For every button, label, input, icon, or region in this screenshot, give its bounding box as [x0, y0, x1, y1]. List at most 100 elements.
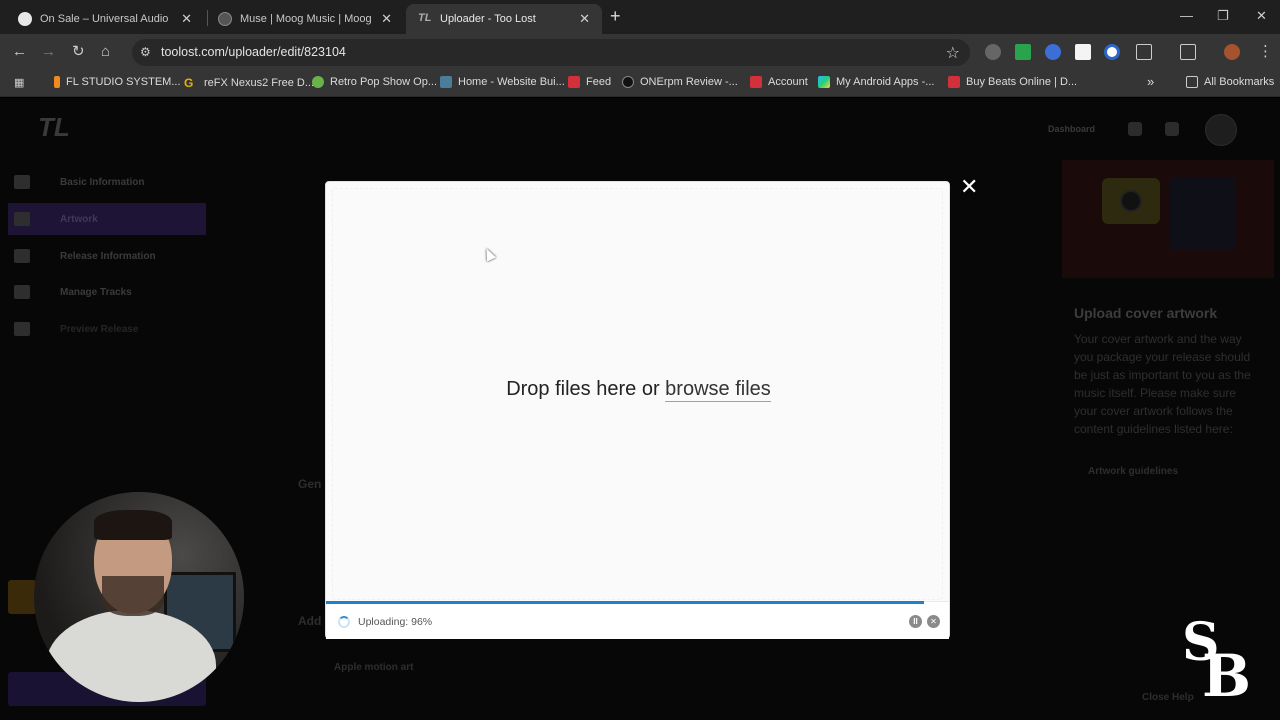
- sb-watermark-logo: S B: [1172, 612, 1252, 710]
- extension-icon[interactable]: [1104, 44, 1120, 60]
- bookmark-favicon-icon: [54, 76, 60, 88]
- sidebar-item-preview-release[interactable]: Preview Release: [8, 313, 206, 345]
- tab-strip: On Sale – Universal Audio ✕ Muse | Moog …: [0, 0, 1280, 34]
- back-icon[interactable]: ←: [12, 43, 27, 61]
- folder-icon: [1186, 76, 1198, 88]
- sidebar-item-label: Basic Information: [60, 176, 145, 188]
- bookmark-favicon-icon: [622, 76, 634, 88]
- webcam-beard: [102, 576, 164, 616]
- browse-files-link[interactable]: browse files: [665, 378, 771, 402]
- sitemap-icon: [14, 249, 30, 263]
- tab-title: Uploader - Too Lost: [440, 13, 536, 25]
- bookmark-favicon-icon: [948, 76, 960, 88]
- illustration-panel: [1170, 178, 1236, 250]
- extension-icon[interactable]: [985, 44, 1001, 60]
- minimize-icon[interactable]: —: [1180, 8, 1193, 23]
- sidebar-item-artwork[interactable]: Artwork: [8, 203, 206, 235]
- universal-audio-favicon-icon: [18, 12, 32, 26]
- forward-icon[interactable]: →: [41, 43, 56, 61]
- bookmark-item[interactable]: Home - Website Bui...: [440, 76, 565, 88]
- camera-lens: [1120, 190, 1142, 212]
- tab-close-icon[interactable]: ✕: [381, 11, 392, 27]
- bookmark-item[interactable]: Retro Pop Show Op...: [312, 76, 437, 88]
- bookmark-favicon-icon: [440, 76, 452, 88]
- bookmark-label: Retro Pop Show Op...: [330, 76, 437, 88]
- extension-icon[interactable]: [1045, 44, 1061, 60]
- apple-motion-art-option[interactable]: Apple motion art: [334, 662, 413, 673]
- window-close-icon[interactable]: ✕: [1256, 8, 1267, 24]
- upload-progress-bar: [326, 601, 925, 604]
- menu-kebab-icon[interactable]: ⋮: [1258, 43, 1273, 61]
- bell-icon[interactable]: [1165, 122, 1179, 136]
- modal-close-icon[interactable]: ✕: [960, 176, 978, 198]
- tab-close-icon[interactable]: ✕: [181, 11, 192, 27]
- site-info-icon[interactable]: ⚙: [140, 45, 151, 59]
- url-text[interactable]: toolost.com/uploader/edit/823104: [161, 45, 346, 59]
- tab-title: On Sale – Universal Audio: [40, 13, 169, 25]
- all-bookmarks-folder[interactable]: All Bookmarks: [1186, 76, 1274, 88]
- dashboard-link[interactable]: Dashboard: [1048, 124, 1095, 134]
- bookmark-favicon-icon: [312, 76, 324, 88]
- image-icon: [14, 212, 30, 226]
- tag-icon: [14, 175, 30, 189]
- user-avatar[interactable]: [1205, 114, 1237, 146]
- page-button-partial[interactable]: [8, 580, 36, 614]
- loading-spinner-icon: [338, 616, 350, 628]
- preview-icon: [14, 322, 30, 336]
- music-note-icon: [14, 285, 30, 299]
- tab-search-icon[interactable]: [1180, 44, 1196, 60]
- bookmarks-bar: ▦ FL STUDIO SYSTEM... GreFX Nexus2 Free …: [0, 70, 1280, 97]
- artwork-guidelines-link[interactable]: Artwork guidelines: [1088, 466, 1178, 477]
- upload-modal: Drop files here or browse files Uploadin…: [325, 181, 950, 639]
- upload-status-text: Uploading: 96%: [358, 616, 433, 628]
- tab-too-lost-uploader[interactable]: TL Uploader - Too Lost ✕: [406, 4, 602, 34]
- sidebar-item-label: Artwork: [60, 213, 98, 225]
- drive-extension-icon[interactable]: [1015, 44, 1031, 60]
- apps-grid-icon[interactable]: ▦: [14, 76, 24, 89]
- moog-favicon-icon: [218, 12, 232, 26]
- watermark-glyph: B: [1202, 642, 1252, 710]
- sidebar-item-release-information[interactable]: Release Information: [8, 240, 206, 272]
- bookmark-item[interactable]: ONErpm Review -...: [622, 76, 738, 88]
- address-bar[interactable]: ⚙ toolost.com/uploader/edit/823104 ☆: [132, 39, 970, 66]
- webcam-overlay: [34, 492, 244, 702]
- bookmark-item[interactable]: Buy Beats Online | D...: [948, 76, 1077, 88]
- puzzle-extensions-icon[interactable]: [1136, 44, 1152, 60]
- address-toolbar: ← → ↻ ⌂ ⚙ toolost.com/uploader/edit/8231…: [0, 34, 1280, 70]
- reload-icon[interactable]: ↻: [72, 43, 85, 61]
- cancel-upload-icon[interactable]: ✕: [927, 615, 940, 628]
- bookmark-favicon-icon: G: [184, 76, 194, 90]
- bookmarks-overflow-icon[interactable]: »: [1147, 74, 1154, 89]
- sidebar-item-label: Manage Tracks: [60, 286, 132, 298]
- tab-title: Muse | Moog Music | Moog Mu: [240, 13, 376, 25]
- cart-icon[interactable]: [1128, 122, 1142, 136]
- bookmark-label: FL STUDIO SYSTEM...: [66, 76, 181, 88]
- section-heading: Gen: [298, 477, 322, 491]
- bookmark-label: Feed: [586, 76, 612, 88]
- new-tab-icon[interactable]: +: [610, 6, 621, 27]
- bookmark-star-icon[interactable]: ☆: [946, 43, 960, 63]
- bookmark-item[interactable]: My Android Apps -...: [818, 76, 934, 88]
- home-icon[interactable]: ⌂: [101, 43, 110, 61]
- bookmark-item[interactable]: Account: [750, 76, 808, 88]
- bookmark-item[interactable]: GreFX Nexus2 Free D...: [184, 76, 314, 90]
- profile-avatar-icon[interactable]: [1224, 44, 1240, 60]
- tab-moog-music[interactable]: Muse | Moog Music | Moog Mu ✕: [206, 4, 404, 34]
- tab-close-icon[interactable]: ✕: [579, 11, 590, 27]
- drop-files-text: Drop files here or: [506, 378, 666, 400]
- bookmark-label: ONErpm Review -...: [640, 76, 738, 88]
- sidebar-item-basic-information[interactable]: Basic Information: [8, 166, 206, 198]
- maximize-icon[interactable]: ❐: [1217, 8, 1229, 24]
- tab-universal-audio[interactable]: On Sale – Universal Audio ✕: [6, 4, 204, 34]
- bookmark-label: Home - Website Bui...: [458, 76, 565, 88]
- bookmark-label: reFX Nexus2 Free D...: [204, 77, 315, 89]
- bookmark-item[interactable]: FL STUDIO SYSTEM...: [54, 76, 181, 88]
- webcam-hair: [94, 510, 172, 540]
- bookmark-item[interactable]: Feed: [568, 76, 611, 88]
- extension-icon[interactable]: [1075, 44, 1091, 60]
- artwork-illustration: [1062, 160, 1274, 278]
- sidebar-item-manage-tracks[interactable]: Manage Tracks: [8, 276, 206, 308]
- pause-icon[interactable]: II: [909, 615, 922, 628]
- upload-status-bar: Uploading: 96% II ✕: [326, 601, 949, 639]
- aside-description: Your cover artwork and the way you packa…: [1074, 332, 1251, 436]
